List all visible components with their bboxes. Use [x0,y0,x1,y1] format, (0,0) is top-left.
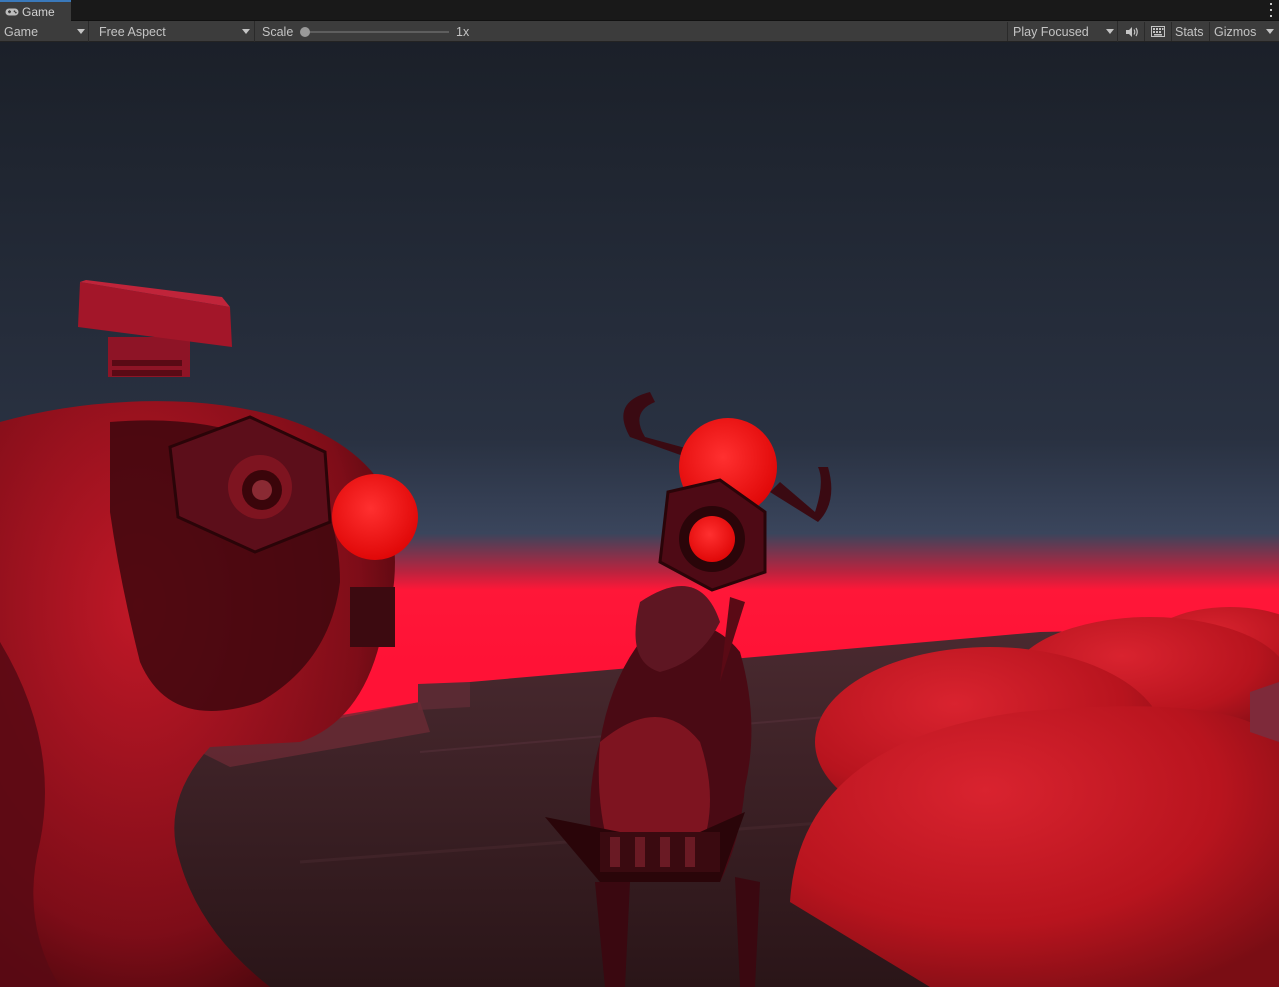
aspect-dropdown-label: Free Aspect [99,24,166,39]
stats-button[interactable]: Stats [1175,21,1204,42]
chevron-down-icon [242,29,250,34]
chevron-down-icon [1106,29,1114,34]
scale-slider-track[interactable] [303,31,449,33]
speaker-icon [1126,26,1138,37]
keyboard-icon [1151,26,1165,37]
display-dropdown-label: Game [4,24,39,39]
gamepad-icon [5,8,19,15]
game-view-viewport[interactable] [0,42,1279,987]
gizmos-menu-chevron-icon[interactable] [1266,29,1274,34]
more-options-icon[interactable] [1269,3,1273,17]
scale-value: 1x [456,24,470,39]
window-tab-bar: Game [0,0,1279,21]
aspect-dropdown[interactable]: Free Aspect [95,21,255,42]
scale-slider-handle[interactable] [300,27,310,37]
play-mode-dropdown[interactable]: Play Focused [1008,21,1118,42]
play-mode-label: Play Focused [1013,24,1089,39]
tab-label: Game [22,4,55,19]
display-dropdown[interactable]: Game [0,21,89,42]
chevron-down-icon [77,29,85,34]
mute-audio-button[interactable] [1121,21,1143,42]
shortcuts-button[interactable] [1146,21,1170,42]
scale-label: Scale [262,24,294,39]
rendered-scene [0,42,1279,987]
tab-game[interactable]: Game [0,0,71,21]
gizmos-button[interactable]: Gizmos [1214,21,1256,42]
